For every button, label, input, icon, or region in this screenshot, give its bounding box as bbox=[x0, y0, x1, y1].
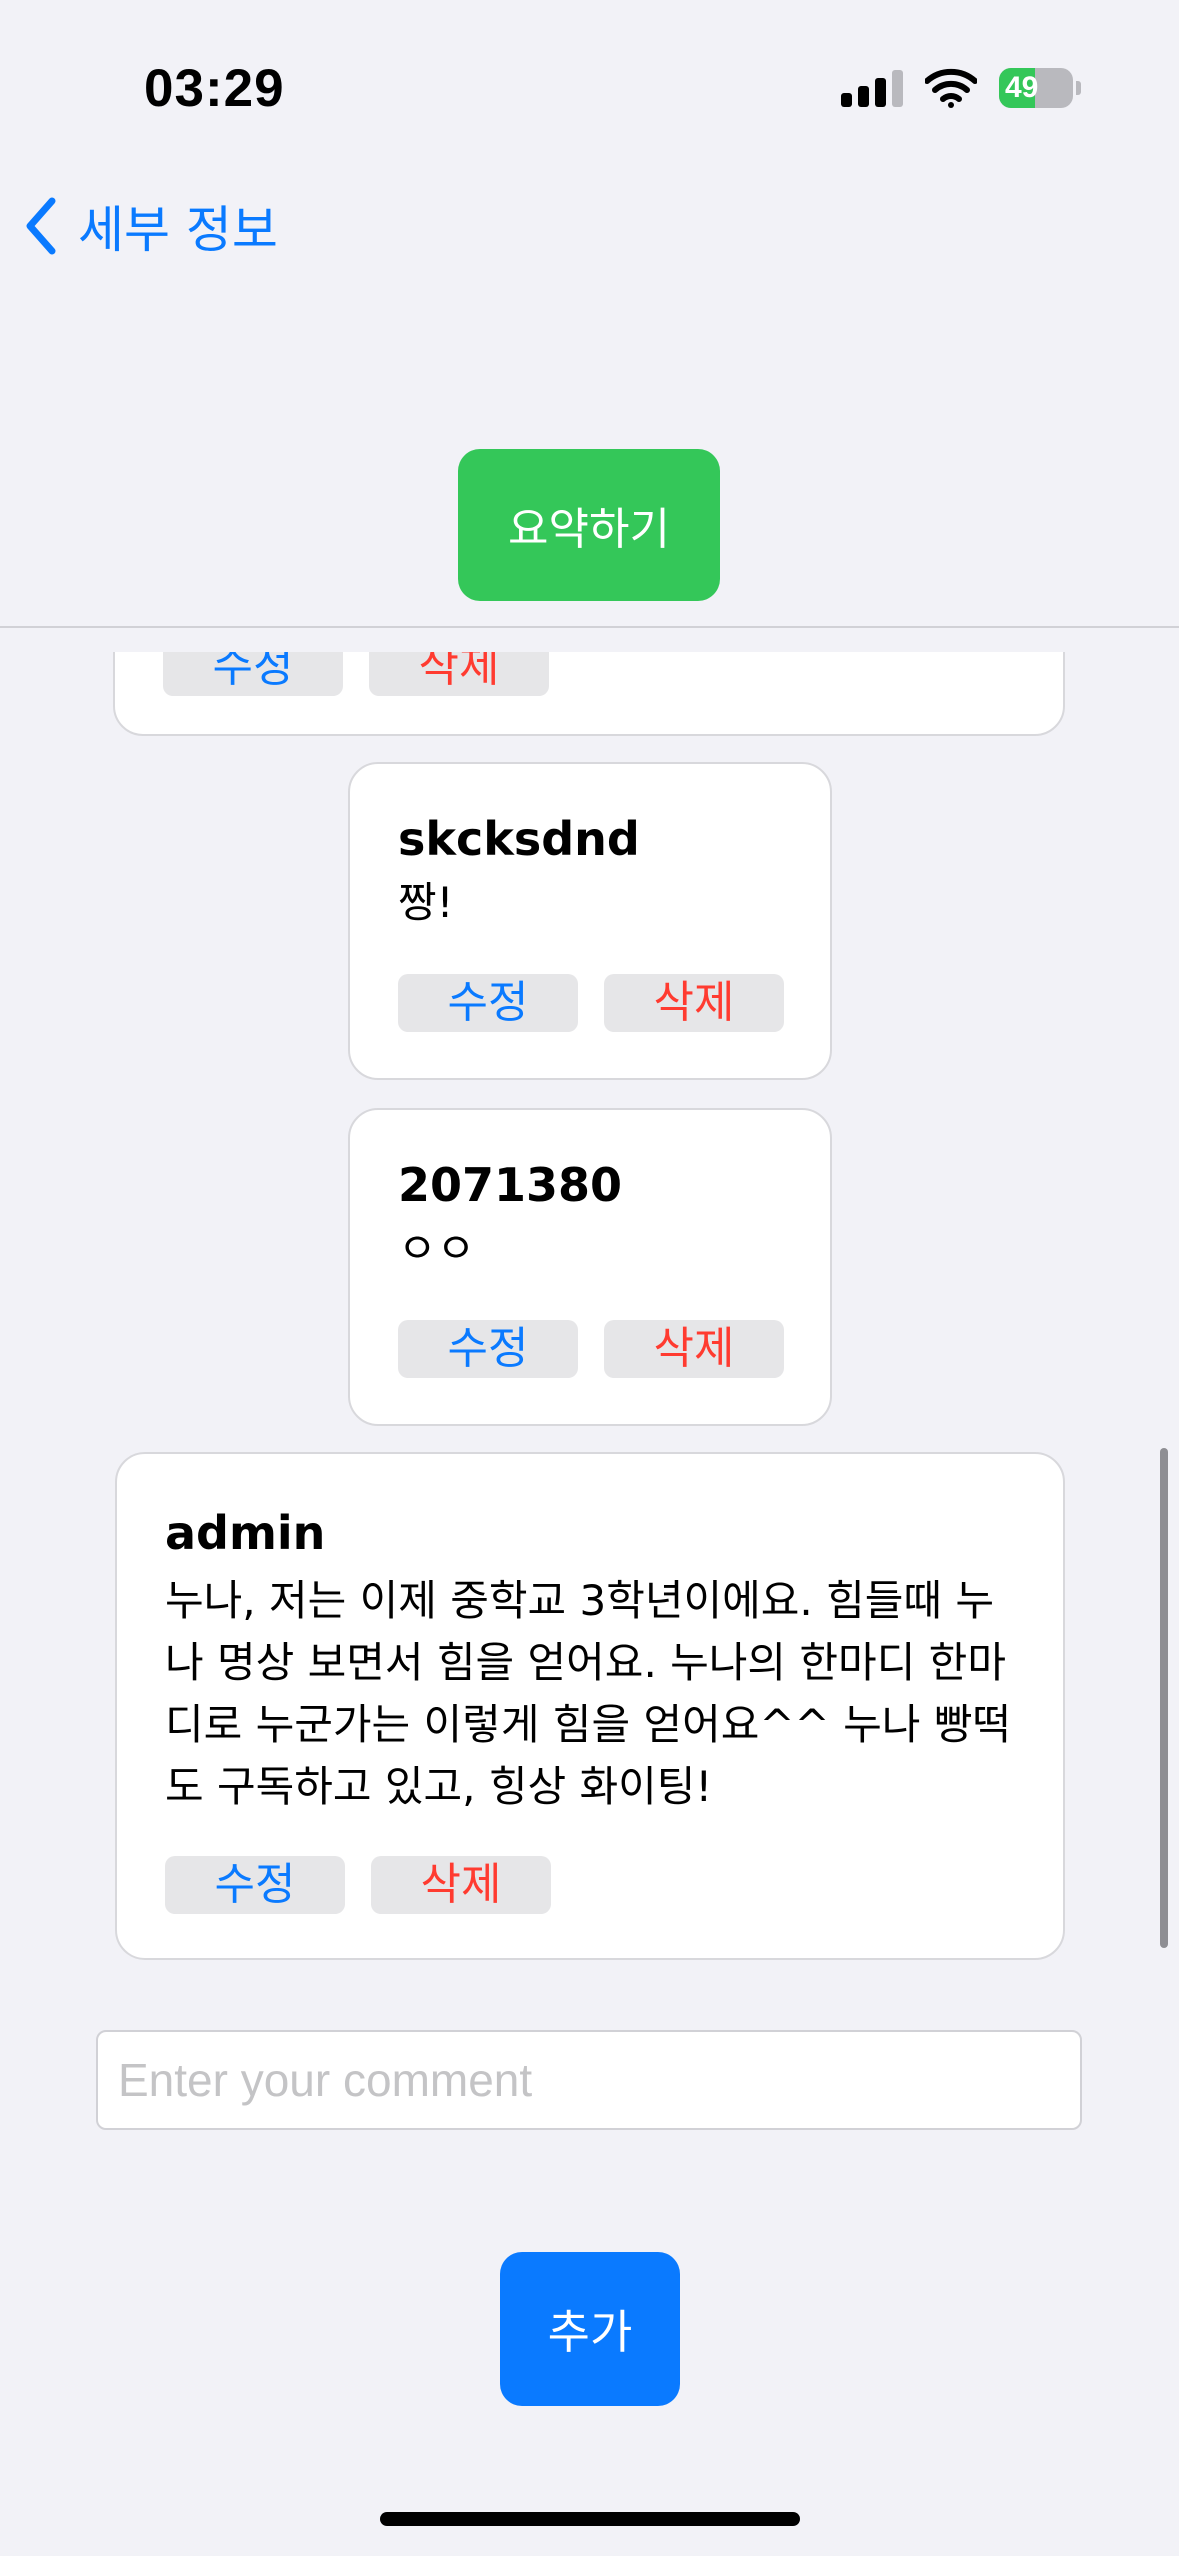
comment-card: skcksdnd 짱! 수정 삭제 bbox=[348, 762, 832, 1080]
chevron-left-icon bbox=[26, 197, 56, 255]
comment-input[interactable] bbox=[96, 2030, 1082, 2130]
edit-button[interactable]: 수정 bbox=[398, 974, 578, 1032]
cellular-signal-icon bbox=[841, 69, 903, 107]
edit-button[interactable]: 수정 bbox=[165, 1856, 345, 1914]
battery-icon: 49 bbox=[999, 68, 1073, 108]
delete-button[interactable]: 삭제 bbox=[604, 974, 784, 1032]
summarize-button[interactable]: 요약하기 bbox=[458, 449, 720, 601]
battery-percentage: 49 bbox=[1005, 71, 1039, 104]
comment-card: 수정 삭제 bbox=[113, 652, 1065, 736]
back-button[interactable]: 세부 정보 bbox=[24, 190, 278, 262]
status-icons: 49 bbox=[841, 66, 1081, 110]
comment-text: 짱! bbox=[398, 878, 454, 927]
wifi-icon bbox=[925, 68, 977, 108]
edit-button[interactable]: 수정 bbox=[398, 1320, 578, 1378]
battery-tip bbox=[1076, 81, 1081, 95]
comment-author: skcksdnd bbox=[398, 812, 640, 866]
back-label: 세부 정보 bbox=[78, 201, 278, 259]
delete-button[interactable]: 삭제 bbox=[369, 652, 549, 696]
comment-card: admin 누나, 저는 이제 중학교 3학년이에요. 힘들때 누나 명상 보면… bbox=[115, 1452, 1065, 1960]
delete-button[interactable]: 삭제 bbox=[604, 1320, 784, 1378]
comment-card: 2071380 ㅇㅇ 수정 삭제 bbox=[348, 1108, 832, 1426]
scrollbar[interactable] bbox=[1160, 1448, 1168, 1948]
comments-list[interactable]: 수정 삭제 skcksdnd 짱! 수정 삭제 2071380 ㅇㅇ 수정 삭제… bbox=[0, 652, 1179, 1982]
status-time: 03:29 bbox=[144, 59, 285, 118]
comment-text: ㅇㅇ bbox=[398, 1224, 476, 1273]
home-indicator bbox=[380, 2512, 800, 2526]
add-button[interactable]: 추가 bbox=[500, 2252, 680, 2406]
comment-author: admin bbox=[165, 1506, 326, 1560]
comment-text: 누나, 저는 이제 중학교 3학년이에요. 힘들때 누나 명상 보면서 힘을 얻… bbox=[165, 1576, 1012, 1811]
comment-author: 2071380 bbox=[398, 1158, 623, 1212]
edit-button[interactable]: 수정 bbox=[163, 652, 343, 696]
divider bbox=[0, 626, 1179, 628]
delete-button[interactable]: 삭제 bbox=[371, 1856, 551, 1914]
